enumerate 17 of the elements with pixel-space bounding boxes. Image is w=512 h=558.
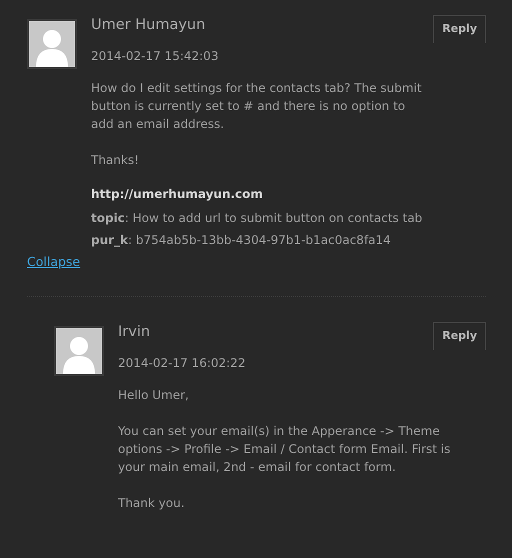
comment-date: 2014-02-17 15:42:03: [91, 49, 220, 63]
comment-text: Hello Umer,: [118, 387, 190, 404]
comment-text: Thanks!: [91, 152, 140, 169]
author-name: Irvin: [118, 323, 150, 342]
author-url: http://umerhumayun.com: [91, 187, 264, 201]
reply-button[interactable]: Reply: [433, 322, 486, 350]
comment-date: 2014-02-17 16:02:22: [118, 356, 246, 370]
avatar-icon: [54, 326, 104, 376]
meta-line: pur_k: b754ab5b-13bb-4304-97b1-b1ac0ac8fa14: [91, 232, 392, 249]
comment-text: How do I edit settings for the contacts tab? The submit button is currently set to # and there is no option to add an email address.: [91, 80, 423, 133]
author-name: Umer Humayun: [91, 16, 206, 35]
collapse-link[interactable]: Collapse: [27, 254, 80, 269]
comment-text: Thank you.: [118, 495, 186, 512]
avatar-icon: [27, 19, 77, 69]
meta-line: topic: How to add url to submit button on contacts tab: [91, 210, 424, 227]
reply-button[interactable]: Reply: [433, 15, 486, 43]
comment-text: You can set your email(s) in the Apperance -> Theme options -> Profile -> Email / Contact form Email. First is your main email, 2nd - email for contact form.: [118, 423, 452, 476]
